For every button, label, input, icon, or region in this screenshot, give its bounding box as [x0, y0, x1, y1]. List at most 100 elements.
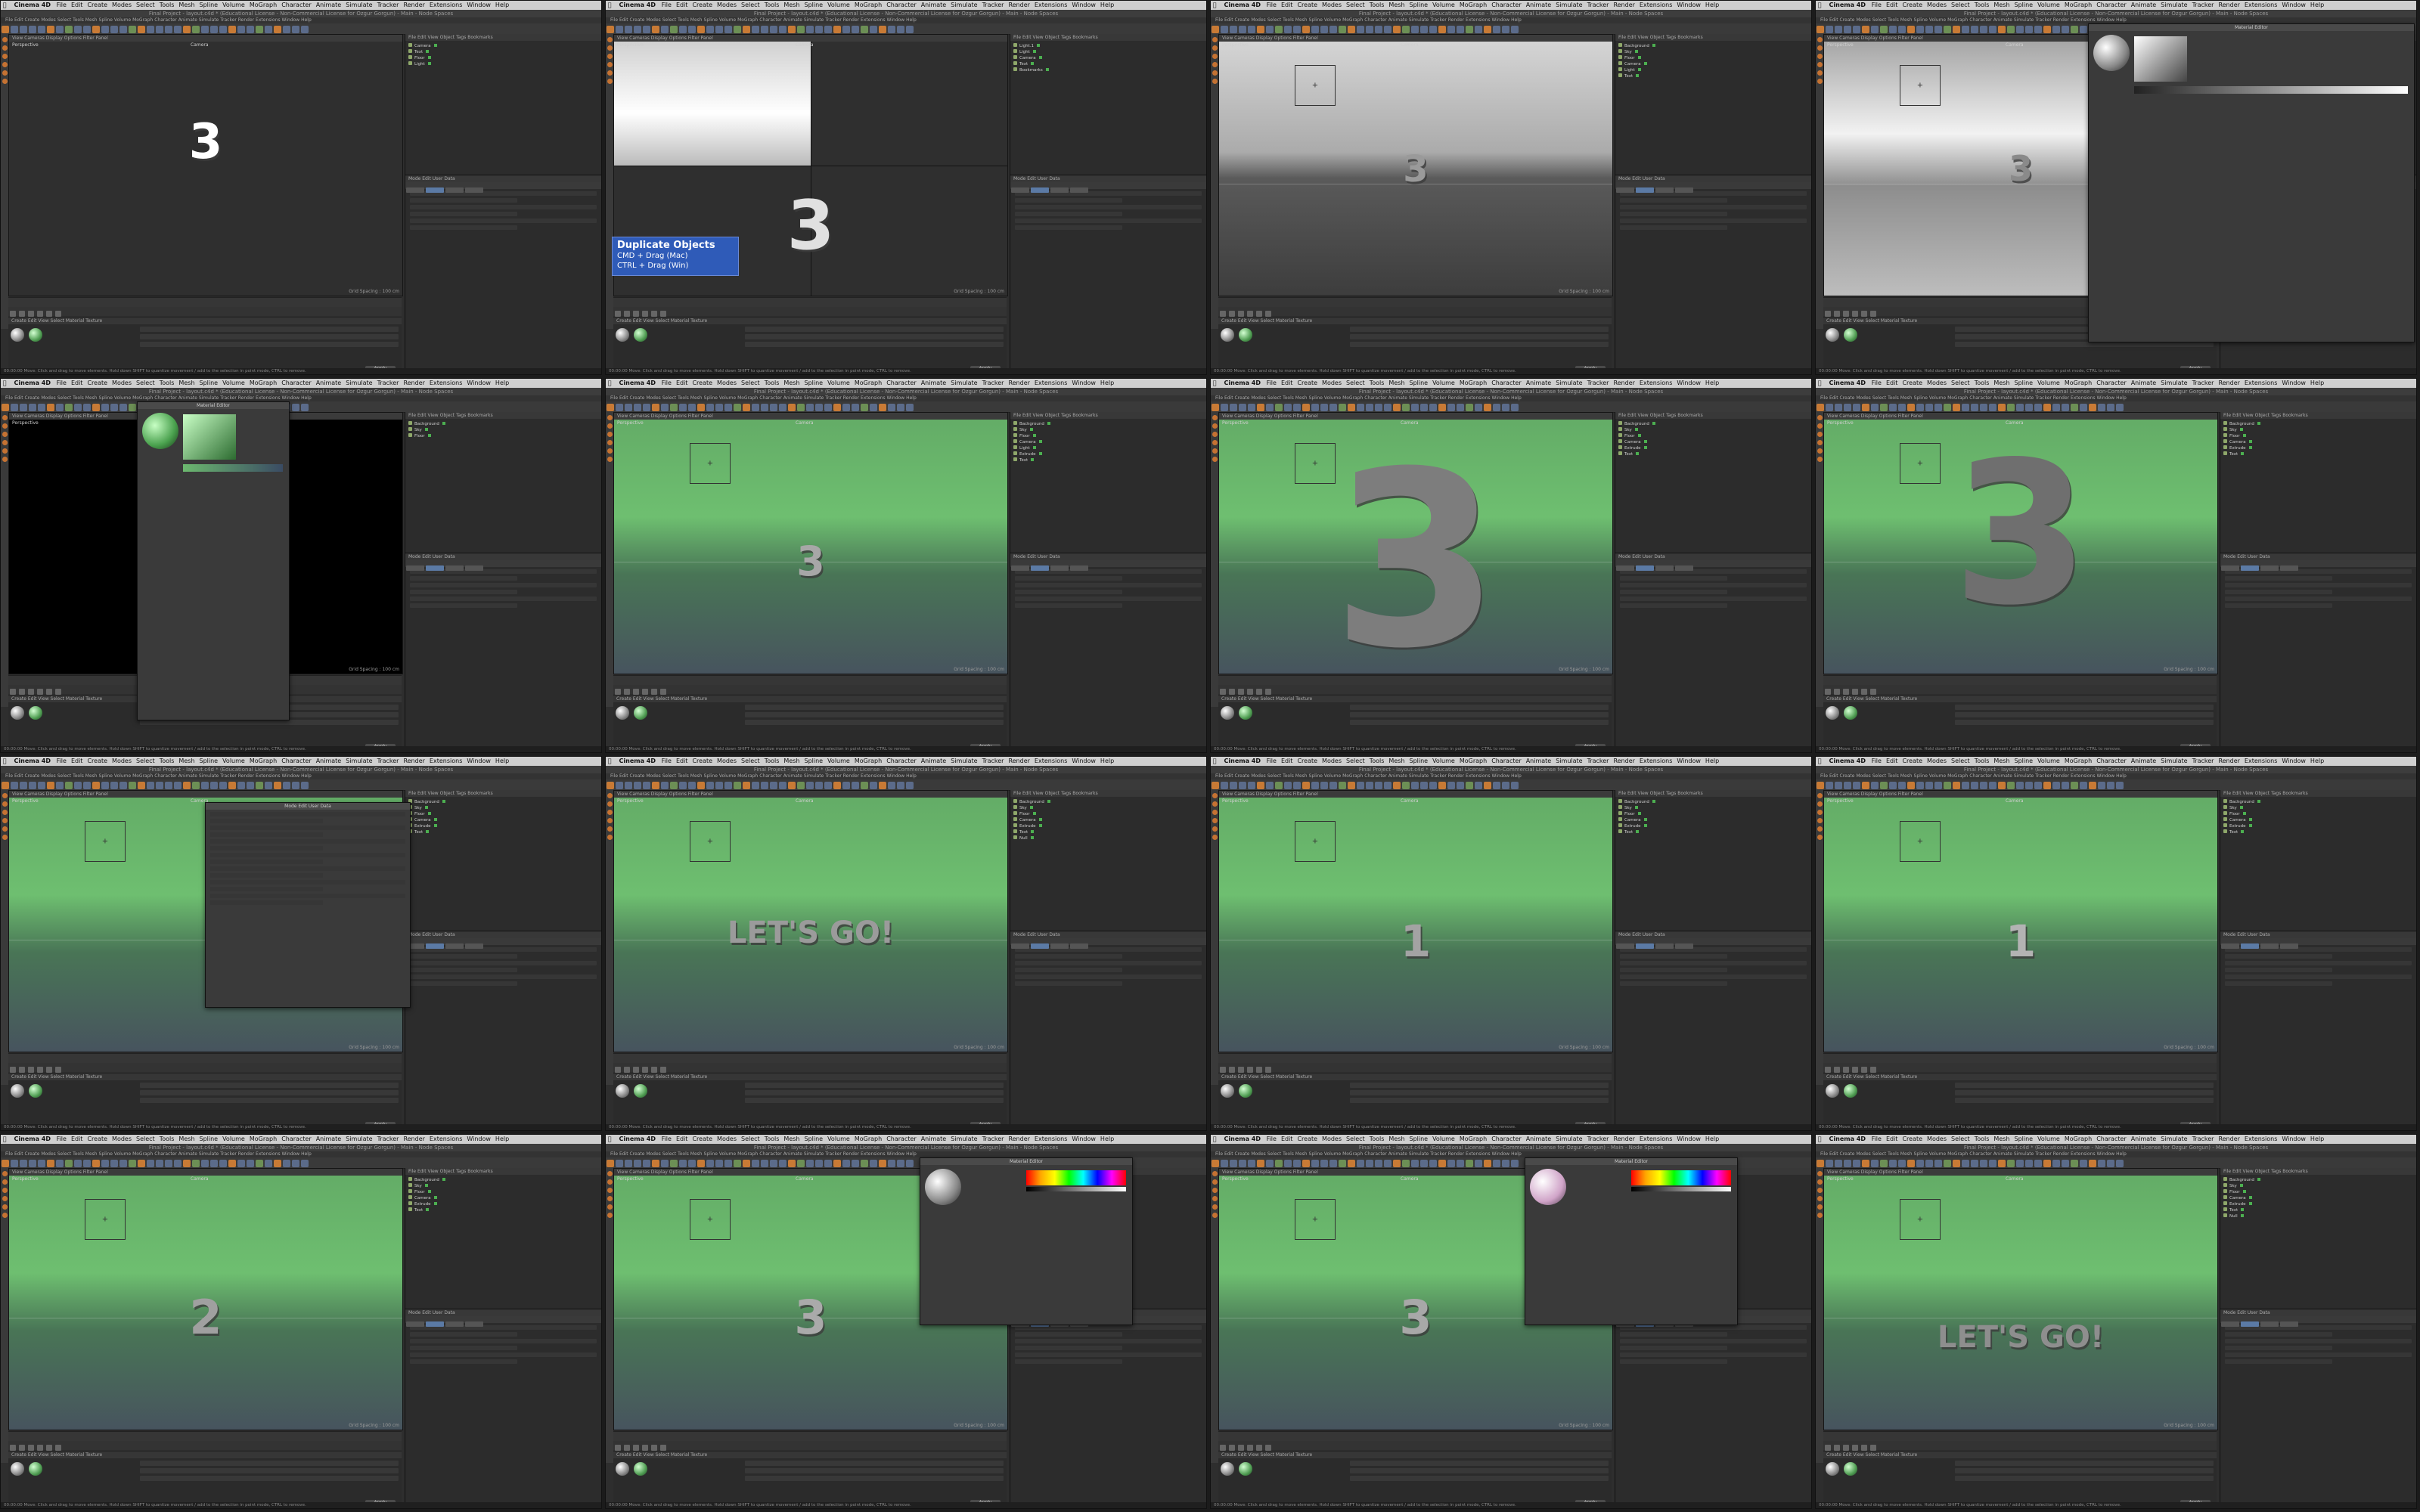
menu-item[interactable]: Spline	[1409, 758, 1428, 764]
menu-item[interactable]: Modes	[717, 1136, 737, 1142]
toolbar-icon[interactable]	[888, 1160, 895, 1167]
visibility-icon[interactable]	[1029, 806, 1033, 809]
menu-item[interactable]: Spline	[2014, 1136, 2033, 1142]
toolbar-icon[interactable]	[1420, 1160, 1428, 1167]
mac-menu-items[interactable]: File Edit Create Modes Select Tools Mesh Spline…	[1872, 2, 2329, 8]
prev-frame-icon[interactable]	[19, 689, 25, 695]
toolbar-icon[interactable]	[1844, 404, 1851, 411]
toolbar-icon[interactable]	[1466, 404, 1473, 411]
menu-item[interactable]: Mesh	[1993, 380, 2009, 386]
viewport-menu[interactable]: View Cameras Display Options Filter Pane…	[614, 791, 1007, 798]
material-menu[interactable]: Create Edit View Select Material Texture	[1218, 1452, 1612, 1458]
toolbar-icon[interactable]	[625, 26, 632, 33]
toolbar-icon[interactable]	[1402, 1160, 1410, 1167]
toolbar-icon[interactable]	[1475, 404, 1482, 411]
toolbar-icon[interactable]	[129, 782, 136, 789]
menu-item[interactable]: Window	[2282, 380, 2306, 386]
rewind-icon[interactable]	[10, 1067, 16, 1073]
mac-menu-items[interactable]: File Edit Create Modes Select Tools Mesh Spline…	[1267, 758, 1724, 764]
attribute-row[interactable]	[1015, 596, 1202, 601]
toolbar-icon[interactable]	[806, 404, 814, 411]
visibility-icon[interactable]	[1643, 440, 1647, 443]
visibility-icon[interactable]	[1643, 824, 1647, 827]
menu-item[interactable]: Modes	[112, 380, 132, 386]
toolbar-icon[interactable]	[1275, 404, 1283, 411]
toolbar-icon[interactable]	[1393, 26, 1401, 33]
attribute-row[interactable]	[1620, 218, 1807, 223]
toolbar-icon[interactable]	[888, 782, 895, 789]
toolbar-icon[interactable]	[29, 26, 36, 33]
toolbar-icon[interactable]	[734, 26, 741, 33]
toolbar-icon[interactable]	[2016, 26, 2024, 33]
attribute-row[interactable]	[1015, 961, 1202, 965]
forward-icon[interactable]	[46, 1067, 52, 1073]
tool-icon[interactable]	[607, 826, 613, 832]
material-swatch[interactable]	[29, 328, 42, 342]
toolbar-icon[interactable]	[1502, 26, 1509, 33]
visibility-icon[interactable]	[2248, 1196, 2252, 1199]
rewind-icon[interactable]	[1220, 1445, 1226, 1451]
toolbar-icon[interactable]	[770, 1160, 777, 1167]
object-item[interactable]: Floor	[2223, 1189, 2413, 1194]
toolbar-icon[interactable]	[770, 782, 777, 789]
object-item[interactable]: Background	[1618, 799, 1808, 804]
toolbar-icon[interactable]	[734, 1160, 741, 1167]
visibility-icon[interactable]	[2241, 452, 2245, 455]
toolbar-icon[interactable]	[1844, 26, 1851, 33]
toolbar-icon[interactable]	[2116, 782, 2124, 789]
attribute-row[interactable]	[410, 198, 518, 203]
camera-label[interactable]: Camera	[796, 1176, 814, 1182]
menu-item[interactable]: Volume	[1432, 1136, 1455, 1142]
apple-icon[interactable]: 	[1211, 1, 1218, 10]
menu-item[interactable]: Window	[1072, 2, 1096, 8]
menu-item[interactable]: MoGraph	[855, 758, 882, 764]
toolbar-icon[interactable]	[247, 782, 254, 789]
app-name[interactable]: Cinema 4D	[1829, 758, 1866, 764]
object-item[interactable]: Background	[408, 421, 598, 426]
object-item[interactable]: Floor	[1618, 55, 1808, 60]
tool-icon[interactable]	[607, 1204, 613, 1210]
tab[interactable]	[1616, 565, 1634, 571]
menu-item[interactable]: Simulate	[2161, 380, 2187, 386]
visibility-icon[interactable]	[426, 50, 430, 53]
menu-item[interactable]: Render	[1613, 380, 1634, 386]
toolbar-icon[interactable]	[1311, 1160, 1319, 1167]
toolbar-icon[interactable]	[101, 782, 109, 789]
c4d-menu-bar[interactable]: File Edit Create Modes Select Tools Mesh…	[1211, 773, 1811, 779]
next-frame-icon[interactable]	[642, 1445, 648, 1451]
toolbar-icon[interactable]	[219, 1160, 227, 1167]
toolbar-icon[interactable]	[147, 1160, 154, 1167]
menu-item[interactable]: Edit	[1281, 758, 1293, 764]
attribute-menu[interactable]: Mode Edit User Data	[1615, 553, 1811, 560]
toolbar-icon[interactable]	[1339, 1160, 1346, 1167]
toolbar-icon[interactable]	[65, 404, 73, 411]
material-editor[interactable]: Material Editor	[137, 401, 290, 720]
toolbar-icon[interactable]	[292, 1160, 299, 1167]
object-item[interactable]: Extrude	[408, 1201, 598, 1207]
toolbar-icon[interactable]	[852, 404, 859, 411]
object-item[interactable]: Camera	[1618, 439, 1808, 445]
toolbar-icon[interactable]	[1871, 782, 1879, 789]
forward-icon[interactable]	[651, 1445, 657, 1451]
toolbar-icon[interactable]	[906, 26, 914, 33]
attribute-row[interactable]	[1015, 603, 1123, 608]
menu-item[interactable]: Create	[692, 380, 712, 386]
toolbar-icon[interactable]	[1239, 26, 1246, 33]
tool-icon[interactable]	[1817, 1204, 1823, 1210]
mac-menu-items[interactable]: File Edit Create Modes Select Tools Mesh Spline…	[662, 1136, 1119, 1142]
menu-item[interactable]: Extensions	[1035, 2, 1067, 8]
menu-item[interactable]: Select	[1346, 1136, 1365, 1142]
menu-item[interactable]: Window	[2282, 1136, 2306, 1142]
app-name[interactable]: Cinema 4D	[1224, 1136, 1261, 1142]
menu-item[interactable]: File	[662, 380, 672, 386]
toolbar-icon[interactable]	[29, 404, 36, 411]
tab[interactable]	[1070, 187, 1088, 193]
tool-icon[interactable]	[1212, 70, 1218, 76]
menu-item[interactable]: Render	[2218, 1136, 2239, 1142]
toolbar-icon[interactable]	[2089, 404, 2096, 411]
tool-icon[interactable]	[1212, 423, 1218, 429]
object-item[interactable]: Background	[1013, 421, 1203, 426]
visibility-icon[interactable]	[1047, 800, 1050, 803]
toolbar-icon[interactable]	[1934, 1160, 1942, 1167]
attribute-row[interactable]	[210, 887, 323, 891]
